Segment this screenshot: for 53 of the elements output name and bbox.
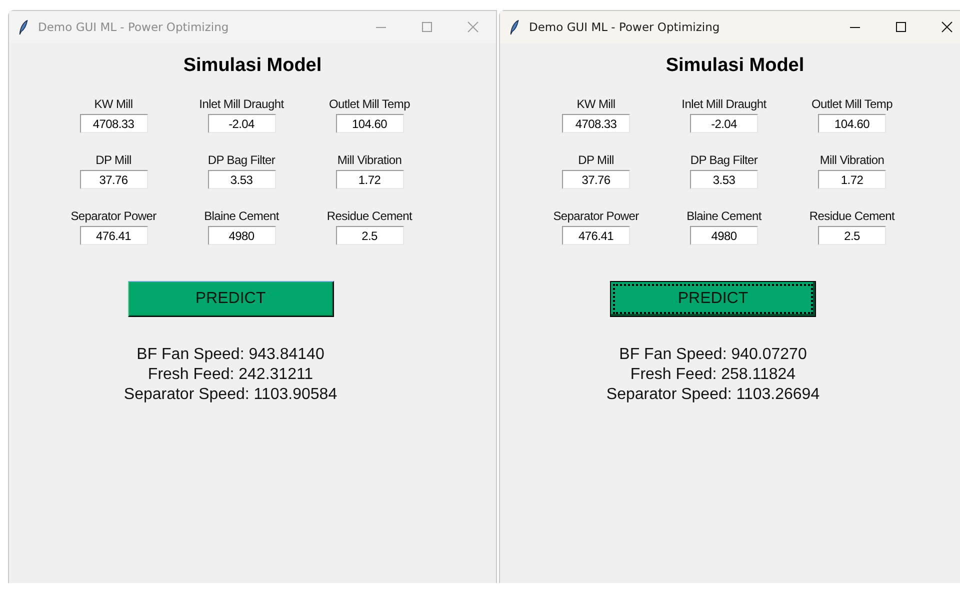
window-title: Demo GUI ML - Power Optimizing bbox=[38, 20, 230, 34]
field-label: Blaine Cement bbox=[204, 209, 279, 223]
field-label: Mill Vibration bbox=[337, 153, 402, 167]
field-label: KW Mill bbox=[94, 97, 133, 111]
input-field[interactable]: 476.41 bbox=[562, 226, 630, 245]
field-label: Separator Power bbox=[553, 209, 639, 223]
predict-button[interactable]: PREDICT bbox=[128, 281, 334, 317]
field-label: Inlet Mill Draught bbox=[199, 97, 284, 111]
field-label: DP Bag Filter bbox=[208, 153, 276, 167]
maximize-icon[interactable] bbox=[895, 21, 907, 33]
input-field[interactable]: 1.72 bbox=[818, 170, 886, 189]
form-heading: Simulasi Model bbox=[666, 55, 804, 77]
input-field[interactable]: 37.76 bbox=[80, 170, 148, 189]
input-field[interactable]: 2.5 bbox=[336, 226, 404, 245]
field-label: Inlet Mill Draught bbox=[682, 97, 766, 111]
result-text: BF Fan Speed: 943.84140 bbox=[136, 345, 324, 365]
predict-button[interactable]: PREDICT bbox=[610, 281, 816, 317]
input-field[interactable]: 4708.33 bbox=[80, 114, 148, 133]
input-field[interactable]: 104.60 bbox=[818, 114, 886, 133]
field-label: Outlet Mill Temp bbox=[811, 97, 892, 111]
field-label: KW Mill bbox=[576, 97, 616, 111]
result-text: BF Fan Speed: 940.07270 bbox=[619, 345, 807, 365]
input-field[interactable]: -2.04 bbox=[208, 114, 276, 133]
field-label: Blaine Cement bbox=[686, 209, 762, 223]
input-field[interactable]: 1.72 bbox=[336, 170, 404, 189]
field-label: Separator Power bbox=[70, 209, 156, 223]
field-label: Mill Vibration bbox=[820, 153, 884, 167]
field-label: DP Mill bbox=[96, 153, 132, 167]
input-field[interactable]: 4708.33 bbox=[562, 114, 630, 133]
field-label: DP Bag Filter bbox=[690, 153, 758, 167]
field-label: Outlet Mill Temp bbox=[328, 97, 410, 111]
form-heading: Simulasi Model bbox=[183, 55, 322, 77]
field-label: Residue Cement bbox=[809, 209, 895, 223]
window-title: Demo GUI ML - Power Optimizing bbox=[529, 20, 721, 34]
field-label: DP Mill bbox=[578, 153, 614, 167]
input-field[interactable]: 104.60 bbox=[336, 114, 404, 133]
input-field[interactable]: 4980 bbox=[690, 226, 758, 245]
input-field[interactable]: 476.41 bbox=[80, 226, 148, 245]
input-field[interactable]: -2.04 bbox=[690, 114, 758, 133]
close-icon[interactable] bbox=[941, 21, 953, 33]
result-text: Separator Speed: 1103.26694 bbox=[606, 385, 820, 405]
input-field[interactable]: 3.53 bbox=[208, 170, 276, 189]
input-field[interactable]: 2.5 bbox=[818, 226, 886, 245]
field-label: Residue Cement bbox=[326, 209, 412, 223]
input-field[interactable]: 37.76 bbox=[562, 170, 630, 189]
minimize-icon[interactable] bbox=[849, 26, 861, 28]
result-text: Fresh Feed: 242.31211 bbox=[148, 365, 314, 385]
result-text: Fresh Feed: 258.11824 bbox=[630, 365, 796, 385]
feather-icon bbox=[510, 20, 519, 34]
feather-icon bbox=[19, 20, 28, 34]
result-text: Separator Speed: 1103.90584 bbox=[124, 385, 338, 405]
input-field[interactable]: 3.53 bbox=[690, 170, 758, 189]
input-field[interactable]: 4980 bbox=[208, 226, 276, 245]
